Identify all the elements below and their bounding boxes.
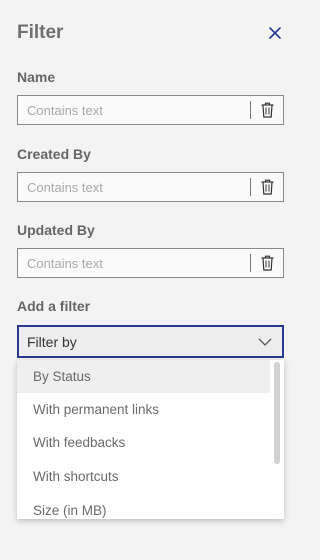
created-by-input[interactable] [18,173,250,201]
add-filter-label: Add a filter [17,298,91,314]
filter-panel: Filter Name Created By [0,0,302,560]
clear-name-button[interactable] [251,96,283,124]
clear-created-by-button[interactable] [251,173,283,201]
filter-options-dropdown: By Status With permanent links With feed… [17,360,284,519]
filter-by-select[interactable]: Filter by [17,325,284,358]
close-icon [269,27,281,39]
created-by-label: Created By [17,146,91,162]
name-input[interactable] [18,96,250,124]
option-with-shortcuts[interactable]: With shortcuts [17,460,270,493]
option-with-permanent-links[interactable]: With permanent links [17,393,270,426]
created-by-field [17,172,284,202]
trash-icon [261,255,273,271]
name-field [17,95,284,125]
dropdown-scrollbar[interactable] [274,362,280,464]
select-value: Filter by [27,333,77,350]
trash-icon [261,179,273,195]
panel-title: Filter [17,22,64,43]
chevron-down-icon [258,338,272,346]
name-label: Name [17,69,56,85]
close-button[interactable] [266,24,284,42]
updated-by-field [17,248,284,278]
updated-by-label: Updated By [17,222,95,238]
option-size-in-mb[interactable]: Size (in MB) [17,494,270,519]
updated-by-input[interactable] [18,249,250,277]
clear-updated-by-button[interactable] [251,249,283,277]
option-with-feedbacks[interactable]: With feedbacks [17,426,270,459]
trash-icon [261,102,273,118]
option-by-status[interactable]: By Status [17,360,270,393]
filter-header: Filter [17,22,284,44]
